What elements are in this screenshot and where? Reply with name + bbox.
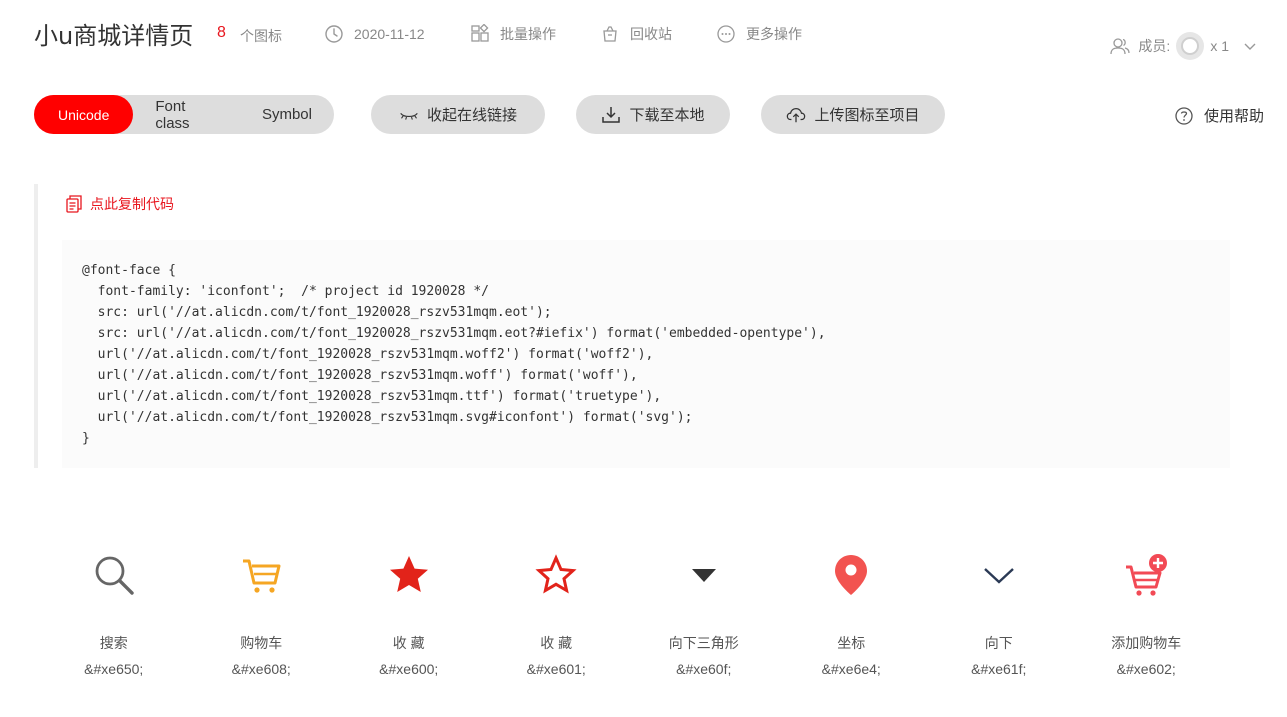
icon-card-search[interactable]: 搜索 &#xe650;: [40, 545, 188, 695]
more-icon: [717, 25, 735, 43]
cart-icon: [237, 545, 285, 605]
copy-code-button[interactable]: 点此复制代码: [64, 194, 174, 214]
batch-label: 批量操作: [500, 26, 556, 42]
icon-card-favorite-outline[interactable]: 收 藏 &#xe601;: [483, 545, 631, 695]
icon-name: 坐标: [837, 635, 866, 651]
icon-card-cart[interactable]: 购物车 &#xe608;: [188, 545, 336, 695]
icon-name: 向下: [984, 635, 1013, 651]
search-icon: [90, 545, 138, 605]
collapse-link-button[interactable]: 收起在线链接: [371, 95, 545, 134]
batch-operation-button[interactable]: 批量操作: [470, 24, 556, 44]
icon-name: 收 藏: [540, 635, 573, 651]
code-section: 点此复制代码 @font-face { font-family: 'iconfo…: [34, 184, 1234, 468]
recycle-label: 回收站: [630, 26, 672, 42]
icon-name: 搜索: [99, 635, 128, 651]
avatar: [1176, 32, 1205, 60]
star-outline-icon: [532, 545, 580, 605]
icon-code: &#xe600;: [379, 661, 439, 677]
icon-name: 向下三角形: [668, 635, 739, 651]
icon-code: &#xe6e4;: [821, 661, 881, 677]
collapse-label: 收起在线链接: [426, 107, 517, 124]
recycle-bin-icon: [603, 26, 617, 42]
icon-code: &#xe608;: [231, 661, 291, 677]
cloud-upload-icon: [787, 107, 806, 122]
download-button[interactable]: 下载至本地: [576, 95, 730, 134]
icon-count-label: 个图标: [240, 28, 282, 44]
icon-code: &#xe650;: [84, 661, 144, 677]
member-info[interactable]: 成员: x 1: [1110, 32, 1257, 60]
page-title: 小u商城详情页: [34, 22, 194, 50]
download-icon: [602, 106, 621, 123]
icon-card-triangle-down[interactable]: 向下三角形 &#xe60f;: [630, 545, 778, 695]
date-text: 2020-11-12: [354, 26, 425, 42]
tab-symbol[interactable]: Symbol: [240, 95, 334, 134]
question-circle-icon: [1175, 106, 1193, 125]
member-count: x 1: [1210, 38, 1229, 54]
chevron-down-icon[interactable]: [1243, 39, 1257, 53]
help-link[interactable]: 使用帮助: [1174, 105, 1264, 126]
more-operations-button[interactable]: 更多操作: [716, 24, 802, 44]
icon-code: &#xe60f;: [676, 661, 732, 677]
member-label: 成员:: [1138, 38, 1171, 54]
icon-card-add-cart[interactable]: 添加购物车 &#xe602;: [1073, 545, 1221, 695]
batch-icon: [471, 24, 489, 42]
star-filled-icon: [385, 545, 433, 605]
format-tabs: Unicode Font class Symbol: [34, 95, 334, 134]
icon-name: 添加购物车: [1111, 635, 1182, 651]
icon-grid: 搜索 &#xe650; 购物车 &#xe608; 收 藏 &#xe600; 收 …: [40, 545, 1230, 695]
triangle-down-icon: [680, 545, 728, 605]
icon-name: 收 藏: [392, 635, 425, 651]
download-label: 下载至本地: [629, 107, 705, 124]
upload-label: 上传图标至项目: [814, 107, 920, 124]
icon-code: &#xe61f;: [971, 661, 1027, 677]
date-meta: 2020-11-12: [324, 24, 425, 44]
tab-font-class[interactable]: Font class: [133, 95, 240, 134]
help-label: 使用帮助: [1203, 108, 1264, 125]
icon-count: 8: [217, 24, 226, 41]
icon-card-location[interactable]: 坐标 &#xe6e4;: [778, 545, 926, 695]
icon-name: 购物车: [240, 635, 283, 651]
recycle-bin-button[interactable]: 回收站: [600, 24, 672, 44]
icon-card-favorite-filled[interactable]: 收 藏 &#xe600;: [335, 545, 483, 695]
members-icon: [1110, 38, 1131, 55]
add-cart-icon: [1122, 545, 1170, 605]
icon-code: &#xe601;: [526, 661, 586, 677]
header-bar: 小u商城详情页 8 个图标 2020-11-12 批量操作 回收站 更多操作 成…: [0, 0, 1287, 80]
location-pin-icon: [827, 545, 875, 605]
eye-closed-icon: [400, 112, 418, 120]
icon-code: &#xe602;: [1116, 661, 1176, 677]
upload-button[interactable]: 上传图标至项目: [761, 95, 945, 134]
clock-icon: [325, 25, 343, 43]
chevron-down-icon: [975, 545, 1023, 605]
tab-unicode[interactable]: Unicode: [34, 95, 134, 134]
copy-label: 点此复制代码: [90, 196, 174, 212]
more-label: 更多操作: [746, 26, 802, 42]
icon-card-chevron-down[interactable]: 向下 &#xe61f;: [925, 545, 1073, 695]
copy-icon: [66, 195, 82, 213]
code-block[interactable]: @font-face { font-family: 'iconfont'; /*…: [62, 240, 1230, 468]
toolbar: Unicode Font class Symbol 收起在线链接 下载至本地 上…: [34, 95, 1264, 135]
